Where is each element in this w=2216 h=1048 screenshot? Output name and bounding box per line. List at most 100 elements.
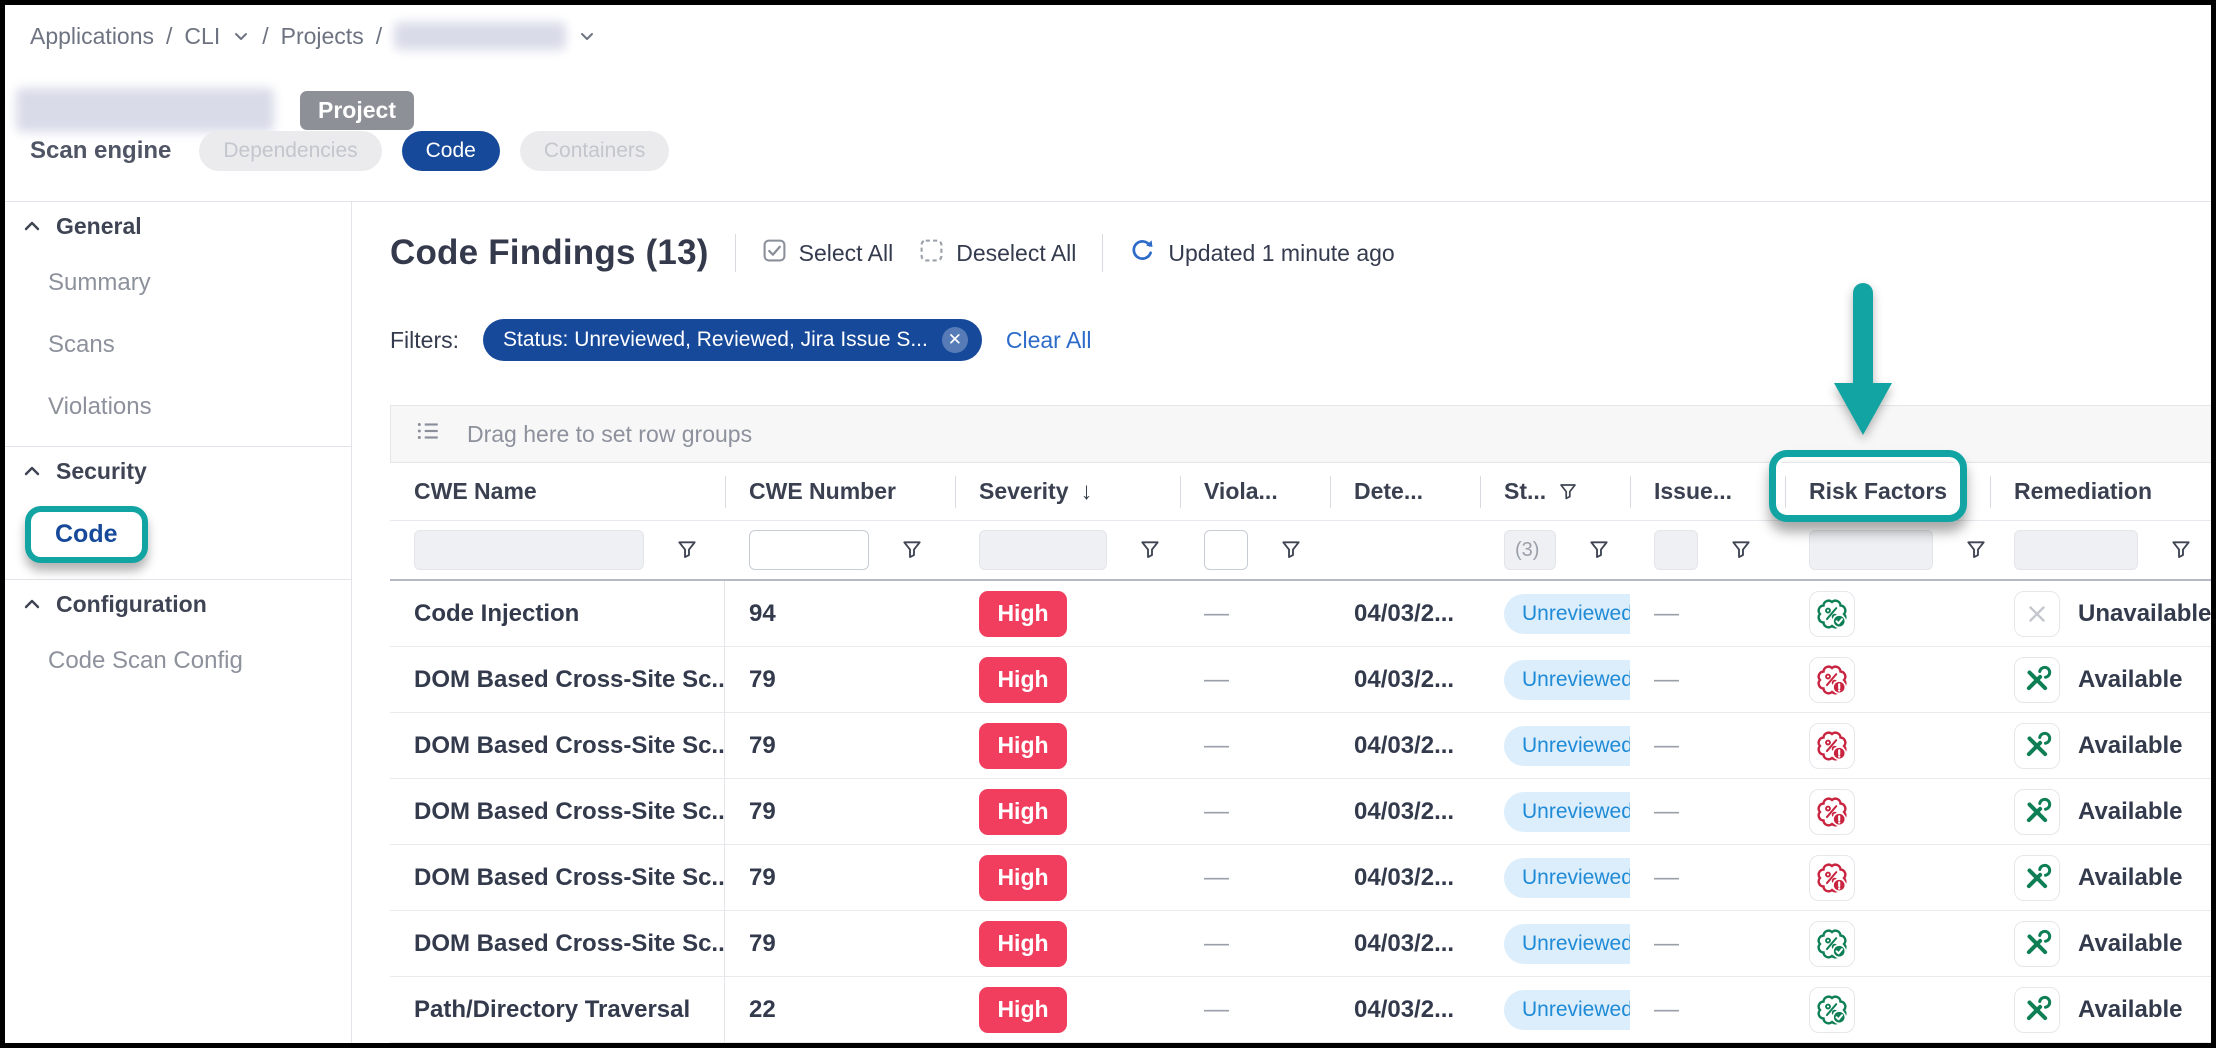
column-header-risk-factors[interactable]: Risk Factors: [1785, 463, 1990, 520]
risk-factor-alert-icon[interactable]: [1809, 855, 1855, 901]
sidebar-item-label: Summary: [48, 269, 151, 297]
chevron-down-icon[interactable]: [578, 28, 596, 45]
engine-tab-dependencies[interactable]: Dependencies: [199, 131, 381, 171]
project-title-row: Project: [16, 88, 414, 132]
refresh-button[interactable]: Updated 1 minute ago: [1129, 237, 1394, 270]
row-group-dropzone[interactable]: Drag here to set row groups: [390, 405, 2216, 463]
column-header-cwe-number[interactable]: CWE Number: [725, 463, 955, 520]
grid-header-row: CWE Name CWE Number Severity ↓ Viola... …: [390, 463, 2216, 521]
column-label: Severity: [979, 478, 1069, 505]
filter-funnel-icon[interactable]: [1588, 539, 1610, 561]
engine-tab-code[interactable]: Code: [402, 131, 500, 171]
severity-badge: High: [979, 855, 1067, 901]
status-filter-chip[interactable]: Status: Unreviewed, Reviewed, Jira Issue…: [483, 319, 982, 361]
divider: [735, 234, 736, 272]
table-row[interactable]: DOM Based Cross-Site Sc... 79 High — 04/…: [390, 713, 2216, 779]
risk-factor-pass-icon[interactable]: [1809, 921, 1855, 967]
remediation-unavailable-icon[interactable]: [2014, 591, 2060, 637]
detected-date-cell: 04/03/2...: [1354, 666, 1454, 694]
table-row[interactable]: DOM Based Cross-Site Sc... 79 High — 04/…: [390, 779, 2216, 845]
chevron-up-icon: [22, 213, 42, 240]
filter-funnel-icon[interactable]: [1730, 539, 1752, 561]
select-all-button[interactable]: Select All: [762, 238, 894, 269]
column-header-cwe-name[interactable]: CWE Name: [390, 463, 725, 520]
column-header-violations[interactable]: Viola...: [1180, 463, 1330, 520]
issue-cell: —: [1654, 929, 1679, 958]
column-header-remediation[interactable]: Remediation: [1990, 463, 2216, 520]
remediation-tools-icon[interactable]: [2014, 789, 2060, 835]
detected-date-cell: 04/03/2...: [1354, 600, 1454, 628]
breadcrumb-applications[interactable]: Applications: [30, 23, 154, 50]
app-window: Applications / CLI / Projects / Project …: [0, 0, 2216, 1048]
engine-tab-containers[interactable]: Containers: [520, 131, 670, 171]
breadcrumb-projects[interactable]: Projects: [281, 23, 364, 50]
sidebar-item-summary[interactable]: Summary: [5, 252, 351, 314]
project-type-badge: Project: [300, 91, 414, 130]
column-header-issue[interactable]: Issue...: [1630, 463, 1785, 520]
remove-filter-icon[interactable]: ✕: [942, 327, 968, 353]
severity-badge: High: [979, 789, 1067, 835]
severity-filter-input[interactable]: [979, 530, 1107, 570]
checkbox-checked-icon: [762, 238, 787, 269]
status-badge: Unreviewed: [1504, 660, 1630, 700]
sidebar-item-scans[interactable]: Scans: [5, 314, 351, 376]
column-header-severity[interactable]: Severity ↓: [955, 463, 1180, 520]
violations-filter-input[interactable]: [1204, 530, 1248, 570]
column-header-status[interactable]: St...: [1480, 463, 1630, 520]
remediation-tools-icon[interactable]: [2014, 855, 2060, 901]
table-row[interactable]: DOM Based Cross-Site Sc... 79 High — 04/…: [390, 911, 2216, 977]
sidebar-item-violations[interactable]: Violations: [5, 376, 351, 438]
remediation-filter-input[interactable]: [2014, 530, 2138, 570]
cwe-number-filter-input[interactable]: [749, 530, 869, 570]
remediation-tools-icon[interactable]: [2014, 987, 2060, 1033]
clear-all-button[interactable]: Clear All: [1006, 327, 1092, 354]
filter-funnel-icon[interactable]: [2170, 539, 2192, 561]
sort-desc-icon: ↓: [1081, 478, 1093, 506]
severity-badge: High: [979, 591, 1067, 637]
sidebar-section-general[interactable]: General: [5, 208, 351, 244]
sidebar-section-security[interactable]: Security: [5, 453, 351, 489]
status-badge: Unreviewed: [1504, 924, 1630, 964]
table-row[interactable]: DOM Based Cross-Site Sc... 79 High — 04/…: [390, 647, 2216, 713]
cwe-number-cell: 79: [749, 798, 776, 826]
table-row[interactable]: DOM Based Cross-Site Sc... 79 High — 04/…: [390, 845, 2216, 911]
divider: [5, 446, 351, 447]
risk-factor-pass-icon[interactable]: [1809, 591, 1855, 637]
risk-factors-filter-input[interactable]: [1809, 530, 1933, 570]
violations-cell: —: [1204, 863, 1229, 892]
issue-cell: —: [1654, 797, 1679, 826]
issue-filter-input[interactable]: [1654, 530, 1698, 570]
violations-cell: —: [1204, 797, 1229, 826]
cwe-name-filter-input[interactable]: [414, 530, 644, 570]
detected-filter-cell: [1330, 521, 1480, 579]
filter-funnel-icon[interactable]: [1965, 539, 1987, 561]
grid-filter-row: [390, 521, 2216, 581]
filter-funnel-icon[interactable]: [1280, 539, 1302, 561]
remediation-tools-icon[interactable]: [2014, 921, 2060, 967]
filter-funnel-icon[interactable]: [901, 539, 923, 561]
sidebar-item-code[interactable]: Code: [5, 497, 351, 571]
column-header-detected[interactable]: Dete...: [1330, 463, 1480, 520]
page-title: Code Findings (13): [390, 233, 709, 273]
risk-factor-alert-icon[interactable]: [1809, 789, 1855, 835]
cwe-number-cell: 79: [749, 666, 776, 694]
risk-factor-pass-icon[interactable]: [1809, 987, 1855, 1033]
deselect-all-button[interactable]: Deselect All: [919, 238, 1076, 269]
breadcrumb-cli[interactable]: CLI: [184, 23, 220, 50]
risk-factor-alert-icon[interactable]: [1809, 657, 1855, 703]
detected-date-cell: 04/03/2...: [1354, 864, 1454, 892]
table-row[interactable]: Path/Directory Traversal 22 High — 04/03…: [390, 977, 2216, 1043]
risk-factor-alert-icon[interactable]: [1809, 723, 1855, 769]
remediation-tools-icon[interactable]: [2014, 723, 2060, 769]
cwe-name-cell: DOM Based Cross-Site Sc...: [414, 798, 725, 826]
filter-funnel-icon[interactable]: [1139, 539, 1161, 561]
sidebar-section-configuration[interactable]: Configuration: [5, 586, 351, 622]
chevron-down-icon[interactable]: [232, 28, 250, 45]
code-annotation-box: Code: [25, 506, 148, 563]
sidebar-item-code-scan-config[interactable]: Code Scan Config: [5, 630, 351, 692]
remediation-tools-icon[interactable]: [2014, 657, 2060, 703]
column-label: CWE Number: [749, 478, 896, 505]
table-row[interactable]: Code Injection 94 High — 04/03/2... Unre…: [390, 581, 2216, 647]
status-filter-input[interactable]: [1504, 530, 1556, 570]
filter-funnel-icon[interactable]: [676, 539, 698, 561]
